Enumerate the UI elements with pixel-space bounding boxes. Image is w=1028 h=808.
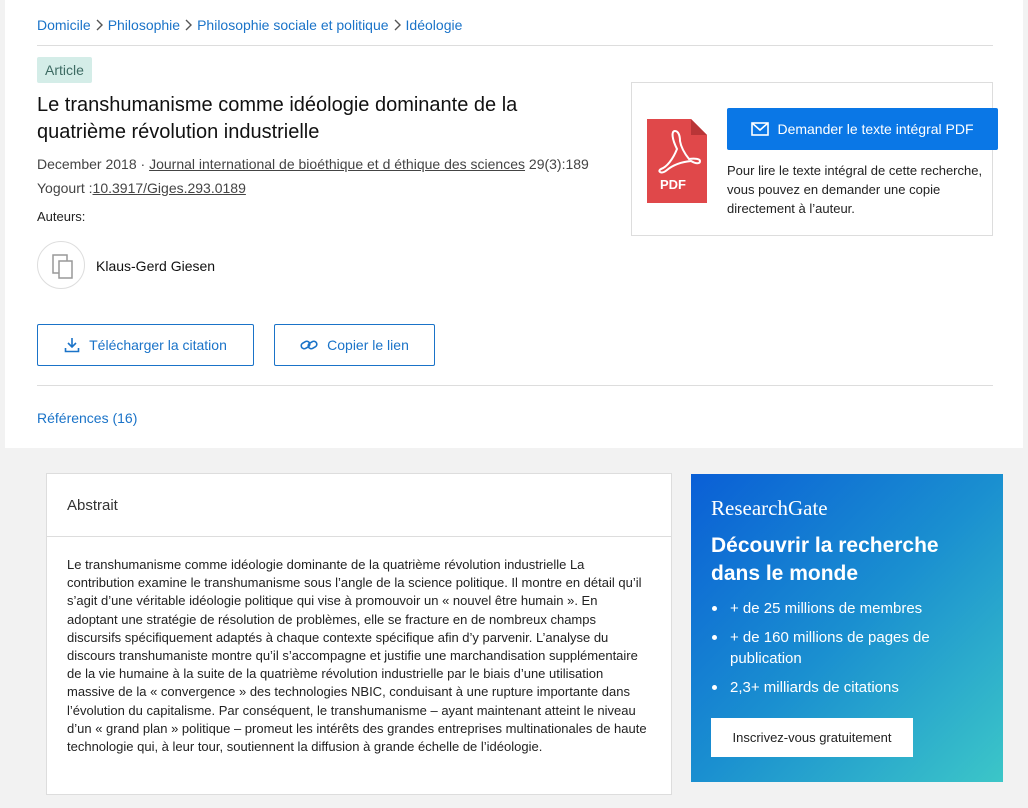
copy-link-label: Copier le lien — [327, 337, 409, 353]
meta-separator: · — [136, 156, 150, 172]
author-avatar[interactable] — [37, 241, 85, 289]
breadcrumb: Domicile Philosophie Philosophie sociale… — [37, 17, 462, 33]
author-name[interactable]: Klaus-Gerd Giesen — [96, 258, 215, 274]
brand-logo: ResearchGate — [711, 496, 828, 520]
promo-benefit: + de 160 millions de pages de publicatio… — [711, 627, 991, 669]
authors-label: Auteurs: — [37, 209, 86, 224]
promo-headline: Découvrir la recherche dans le monde — [711, 534, 939, 585]
request-fulltext-label: Demander le texte intégral PDF — [777, 121, 974, 137]
download-icon — [64, 338, 80, 353]
abstract-heading: Abstrait — [47, 474, 671, 537]
mail-icon — [751, 122, 770, 136]
promo-benefits-list: + de 25 millions de membres + de 160 mil… — [711, 598, 991, 706]
tab-references[interactable]: Références (16) — [37, 410, 137, 426]
abstract-text: Le transhumanisme comme idéologie domina… — [67, 557, 647, 755]
download-citation-button[interactable]: Télécharger la citation — [37, 324, 254, 366]
svg-text:PDF: PDF — [660, 177, 686, 192]
divider — [37, 45, 993, 46]
author-placeholder-icon — [52, 254, 73, 279]
article-header-section: Domicile Philosophie Philosophie sociale… — [5, 0, 1023, 448]
doi-link[interactable]: 10.3917/Giges.293.0189 — [93, 180, 246, 196]
doi-row: Yogourt :10.3917/Giges.293.0189 — [37, 180, 246, 196]
publication-date: December 2018 — [37, 156, 137, 172]
breadcrumb-philosophie[interactable]: Philosophie — [108, 17, 180, 33]
publication-meta: December 2018 · Journal international de… — [37, 156, 589, 172]
breadcrumb-home[interactable]: Domicile — [37, 17, 91, 33]
fulltext-request-card: PDF Demander le texte intégral PDF Pour … — [631, 82, 998, 236]
promo-benefit: 2,3+ milliards de citations — [711, 677, 991, 698]
divider — [37, 385, 993, 386]
pdf-icon: PDF — [647, 119, 707, 203]
chevron-right-icon — [95, 19, 104, 31]
promo-benefit: + de 25 millions de membres — [711, 598, 991, 619]
breadcrumb-philosophie-sociale[interactable]: Philosophie sociale et politique — [197, 17, 388, 33]
fulltext-description: Pour lire le texte intégral de cette rec… — [727, 163, 983, 216]
link-icon — [300, 340, 318, 350]
journal-link[interactable]: Journal international de bioéthique et d… — [149, 156, 525, 172]
page-title: Le transhumanisme comme idéologie domina… — [37, 94, 518, 143]
breadcrumb-ideologie[interactable]: Idéologie — [406, 17, 463, 33]
abstract-card: Abstrait Le transhumanisme comme idéolog… — [46, 473, 672, 795]
copy-link-button[interactable]: Copier le lien — [274, 324, 435, 366]
request-fulltext-button[interactable]: Demander le texte intégral PDF — [727, 108, 998, 150]
signup-promo-card: ResearchGate Découvrir la recherche dans… — [691, 474, 1003, 782]
article-type-badge: Article — [37, 57, 92, 83]
chevron-right-icon — [184, 19, 193, 31]
download-citation-label: Télécharger la citation — [89, 337, 227, 353]
journal-volume: 29(3):189 — [525, 156, 589, 172]
doi-label: Yogourt : — [37, 180, 93, 196]
signup-button[interactable]: Inscrivez-vous gratuitement — [711, 718, 913, 757]
chevron-right-icon — [393, 19, 402, 31]
